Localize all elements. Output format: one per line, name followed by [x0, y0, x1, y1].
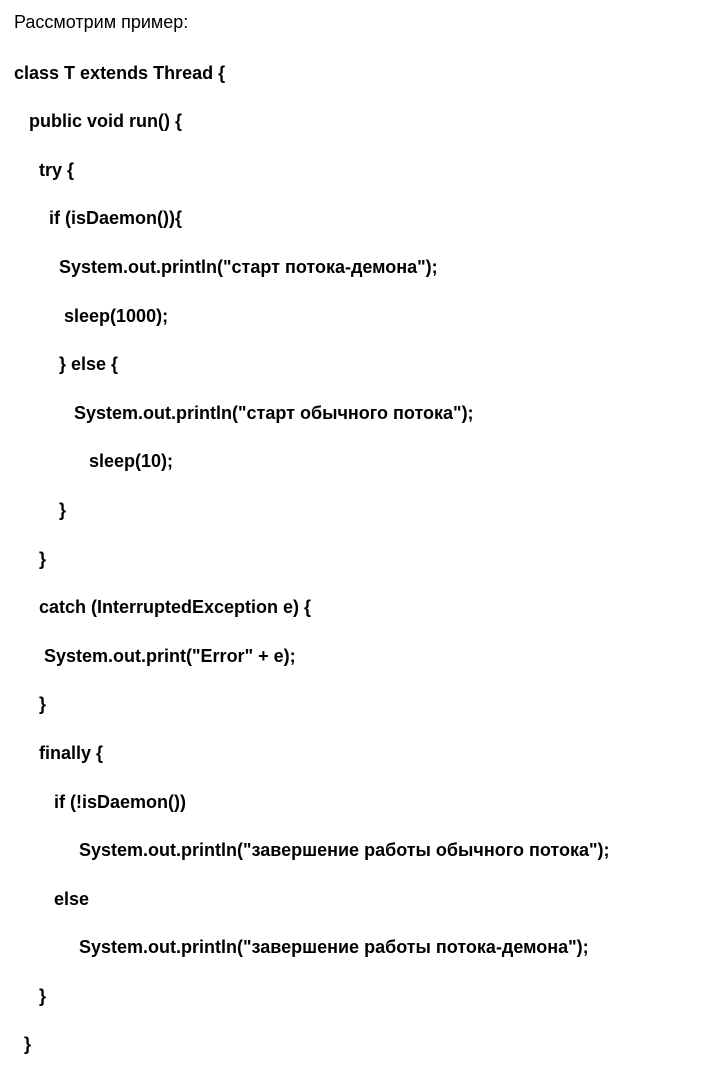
- code-line: finally {: [14, 741, 706, 765]
- code-line: sleep(1000);: [14, 304, 706, 328]
- code-line: System.out.println("завершение работы по…: [14, 935, 706, 959]
- code-block: class T extends Thread { public void run…: [14, 36, 706, 1080]
- code-line: try {: [14, 158, 706, 182]
- code-line: if (!isDaemon()): [14, 790, 706, 814]
- code-line: else: [14, 887, 706, 911]
- code-line: }: [14, 547, 706, 571]
- code-line: System.out.print("Error" + e);: [14, 644, 706, 668]
- code-line: }: [14, 498, 706, 522]
- code-line: sleep(10);: [14, 449, 706, 473]
- code-line: }: [14, 692, 706, 716]
- code-line: System.out.println("старт потока-демона"…: [14, 255, 706, 279]
- code-line: catch (InterruptedException e) {: [14, 595, 706, 619]
- code-line: }: [14, 984, 706, 1008]
- code-line: class T extends Thread {: [14, 61, 706, 85]
- code-line: if (isDaemon()){: [14, 206, 706, 230]
- intro-text: Рассмотрим пример:: [14, 10, 706, 34]
- code-line: System.out.println("старт обычного поток…: [14, 401, 706, 425]
- code-line: public void run() {: [14, 109, 706, 133]
- code-line: } else {: [14, 352, 706, 376]
- code-line: }: [14, 1032, 706, 1056]
- code-line: System.out.println("завершение работы об…: [14, 838, 706, 862]
